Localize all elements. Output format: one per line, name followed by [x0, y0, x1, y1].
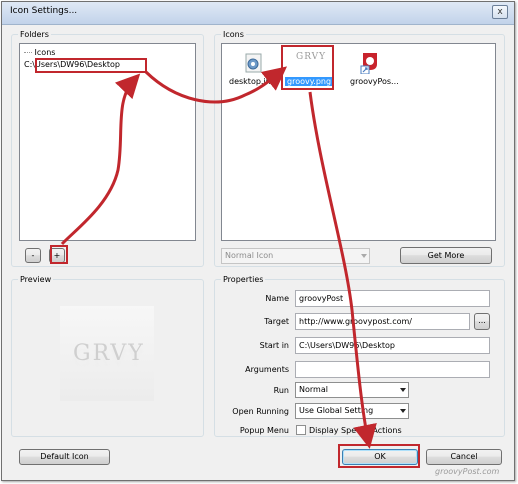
tree-root-icons[interactable]: Icons [24, 48, 55, 57]
open-running-select[interactable]: Use Global Setting [295, 403, 409, 419]
tree-root-label: Icons [34, 48, 56, 57]
arguments-label: Arguments [245, 365, 289, 374]
icon-tile-label: groovyPos... [350, 77, 399, 86]
browse-target-button[interactable]: ... [474, 313, 490, 330]
icons-list[interactable]: desktop.ini GRVY groovy.png groovyPos... [221, 43, 496, 241]
annotation-highlight-groovy [281, 45, 334, 90]
annotation-highlight-ok [338, 444, 420, 468]
chevron-down-icon [400, 388, 406, 392]
icon-tile-label: desktop.ini [229, 77, 273, 86]
icons-label: Icons [221, 30, 246, 39]
cancel-button[interactable]: Cancel [426, 449, 502, 465]
start-in-label: Start in [259, 341, 289, 350]
icon-tile-groovypost[interactable]: groovyPos... [350, 50, 399, 90]
popup-menu-label: Popup Menu [239, 426, 289, 435]
title-bar[interactable]: Icon Settings... x [2, 2, 514, 25]
gear-settings-icon [245, 53, 262, 73]
window-title: Icon Settings... [10, 6, 78, 16]
properties-label: Properties [221, 275, 266, 284]
get-more-button[interactable]: Get More [400, 247, 492, 264]
folders-label: Folders [18, 30, 51, 39]
icon-type-select[interactable]: Normal Icon [221, 248, 370, 264]
open-running-label: Open Running [232, 407, 289, 416]
start-in-field[interactable]: C:\Users\DW96\Desktop [295, 337, 490, 354]
display-special-label: Display Special Actions [309, 426, 402, 435]
preview-label: Preview [18, 275, 54, 284]
preview-logo-text: GRVY [73, 341, 145, 366]
close-button[interactable]: x [492, 5, 508, 19]
target-field[interactable]: http://www.groovypost.com/ [295, 313, 470, 330]
close-icon: x [497, 7, 503, 17]
annotation-highlight-add [50, 245, 68, 264]
run-select[interactable]: Normal [295, 382, 409, 398]
annotation-highlight-folder [35, 58, 147, 73]
remove-folder-button[interactable]: - [25, 248, 41, 263]
run-label: Run [273, 386, 289, 395]
groovypost-logo-icon [360, 53, 377, 74]
display-special-checkbox[interactable] [296, 425, 306, 435]
watermark: groovyPost.com [435, 467, 500, 476]
icon-settings-dialog: Icon Settings... x Folders Icons C:\User… [1, 1, 515, 481]
icon-tile-desktop-ini[interactable]: desktop.ini [229, 50, 275, 90]
arguments-field[interactable] [295, 361, 490, 378]
name-label: Name [265, 294, 289, 303]
target-label: Target [264, 317, 289, 326]
chevron-down-icon [361, 254, 367, 258]
preview-image: GRVY [60, 306, 154, 401]
default-icon-button[interactable]: Default Icon [19, 449, 110, 465]
chevron-down-icon [400, 409, 406, 413]
name-field[interactable]: groovyPost [295, 290, 490, 307]
